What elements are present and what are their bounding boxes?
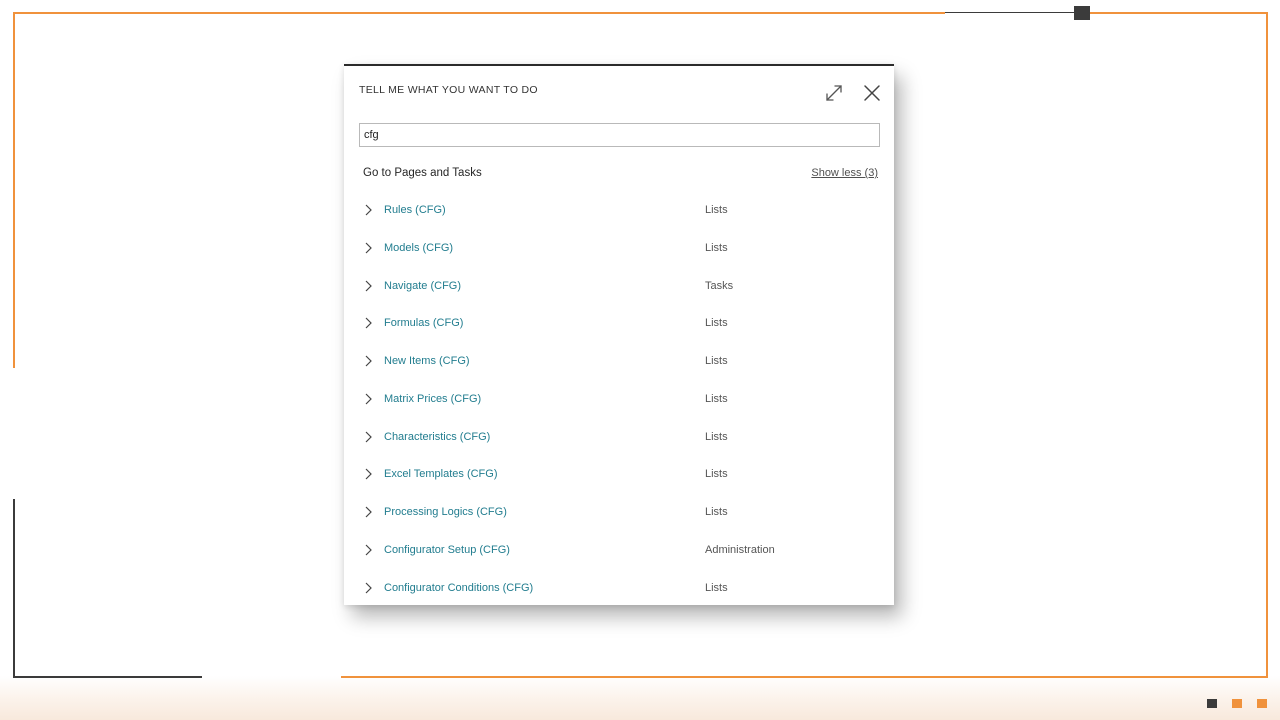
frame-corner-square <box>1074 6 1090 20</box>
result-row[interactable]: Configurator Setup (CFG) Administration <box>344 532 894 570</box>
chevron-right-icon <box>364 392 373 406</box>
chevron-right-icon <box>364 581 373 595</box>
result-category: Lists <box>705 506 728 518</box>
result-row[interactable]: Navigate (CFG) Tasks <box>344 268 894 306</box>
frame-bottom-dark-line <box>13 676 202 678</box>
tell-me-dialog: TELL ME WHAT YOU WANT TO DO Go to Pages … <box>344 64 894 605</box>
section-title: Go to Pages and Tasks <box>363 167 482 179</box>
chevron-right-icon <box>364 505 373 519</box>
result-row[interactable]: Processing Logics (CFG) Lists <box>344 494 894 532</box>
result-name[interactable]: Formulas (CFG) <box>384 317 463 329</box>
result-category: Administration <box>705 543 775 556</box>
result-category: Lists <box>705 204 728 216</box>
result-category: Lists <box>705 355 728 367</box>
results-list: Rules (CFG) Lists Models (CFG) Lists Navigat… <box>344 192 894 607</box>
chevron-right-icon <box>364 467 373 481</box>
chevron-right-icon <box>364 354 373 368</box>
frame-top-dark-line <box>945 12 1075 13</box>
expand-icon[interactable] <box>823 82 845 104</box>
result-row[interactable]: Configurator Conditions (CFG) Lists <box>344 570 894 608</box>
frame-bottom-line <box>341 676 1268 678</box>
result-name[interactable]: Navigate (CFG) <box>384 280 461 292</box>
search-input[interactable] <box>359 123 880 147</box>
result-name[interactable]: Models (CFG) <box>384 242 453 254</box>
result-name[interactable]: Rules (CFG) <box>384 204 446 216</box>
result-category: Lists <box>705 430 728 443</box>
bottom-background-haze <box>0 676 1280 720</box>
close-icon[interactable] <box>861 82 883 104</box>
result-name[interactable]: Matrix Prices (CFG) <box>384 393 481 405</box>
frame-left-dark-line <box>13 499 15 677</box>
slide-dot-3 <box>1257 699 1267 708</box>
result-category: Tasks <box>705 279 734 292</box>
frame-right-line <box>1266 12 1268 677</box>
chevron-right-icon <box>364 543 373 557</box>
chevron-right-icon <box>364 430 373 444</box>
result-row[interactable]: Models (CFG) Lists <box>344 230 894 268</box>
show-less-link[interactable]: Show less (3) <box>811 167 878 179</box>
chevron-right-icon <box>364 316 373 330</box>
result-name[interactable]: Processing Logics (CFG) <box>384 506 507 518</box>
result-row[interactable]: Excel Templates (CFG) Lists <box>344 456 894 494</box>
result-row[interactable]: Matrix Prices (CFG) Lists <box>344 381 894 419</box>
result-category: Lists <box>705 468 728 481</box>
result-category: Lists <box>705 392 728 405</box>
chevron-right-icon <box>364 279 373 293</box>
result-name[interactable]: Configurator Conditions (CFG) <box>384 582 533 594</box>
frame-top-line <box>13 12 945 14</box>
result-name[interactable]: New Items (CFG) <box>384 355 470 367</box>
chevron-right-icon <box>364 241 373 255</box>
result-category: Lists <box>705 317 728 330</box>
result-name[interactable]: Configurator Setup (CFG) <box>384 544 510 556</box>
frame-left-line <box>13 12 15 368</box>
slide-dot-1 <box>1207 699 1217 708</box>
result-name[interactable]: Characteristics (CFG) <box>384 431 490 443</box>
result-row[interactable]: Characteristics (CFG) Lists <box>344 419 894 457</box>
result-row[interactable]: Rules (CFG) Lists <box>344 192 894 230</box>
chevron-right-icon <box>364 203 373 217</box>
slide-dot-2 <box>1232 699 1242 708</box>
result-name[interactable]: Excel Templates (CFG) <box>384 468 498 480</box>
frame-top-right-line <box>1090 12 1268 14</box>
result-row[interactable]: New Items (CFG) Lists <box>344 343 894 381</box>
result-category: Lists <box>705 581 728 594</box>
dialog-title: TELL ME WHAT YOU WANT TO DO <box>359 84 538 96</box>
result-category: Lists <box>705 241 728 254</box>
result-row[interactable]: Formulas (CFG) Lists <box>344 305 894 343</box>
